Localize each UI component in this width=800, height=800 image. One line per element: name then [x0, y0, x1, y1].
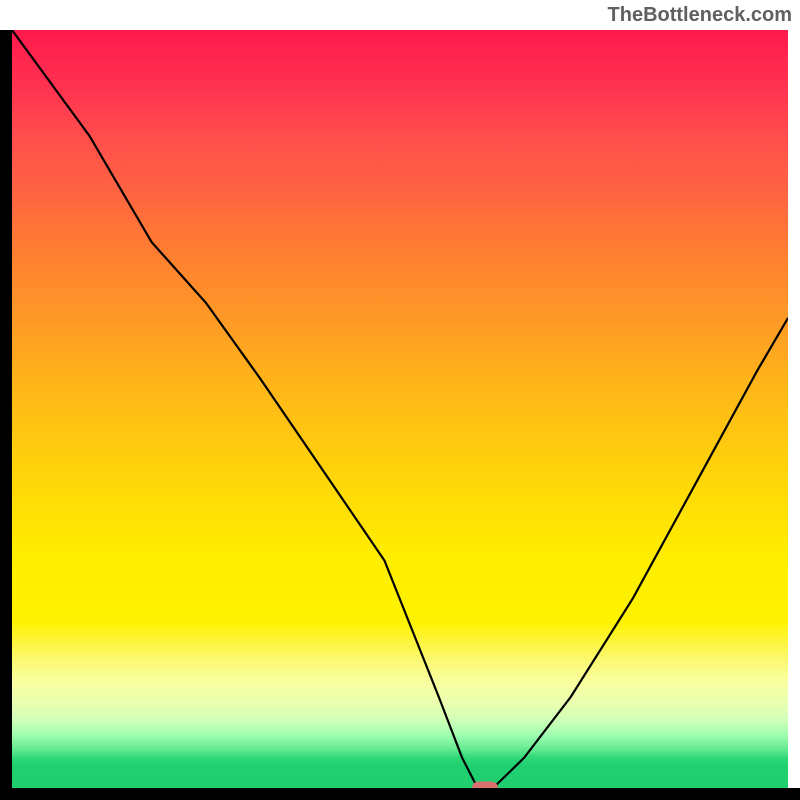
bottleneck-curve	[12, 30, 788, 788]
x-axis-border	[0, 788, 800, 800]
chart-container: TheBottleneck.com	[0, 0, 800, 800]
y-axis-border	[0, 30, 12, 788]
watermark-text: TheBottleneck.com	[608, 4, 792, 27]
plot-area	[12, 30, 788, 788]
